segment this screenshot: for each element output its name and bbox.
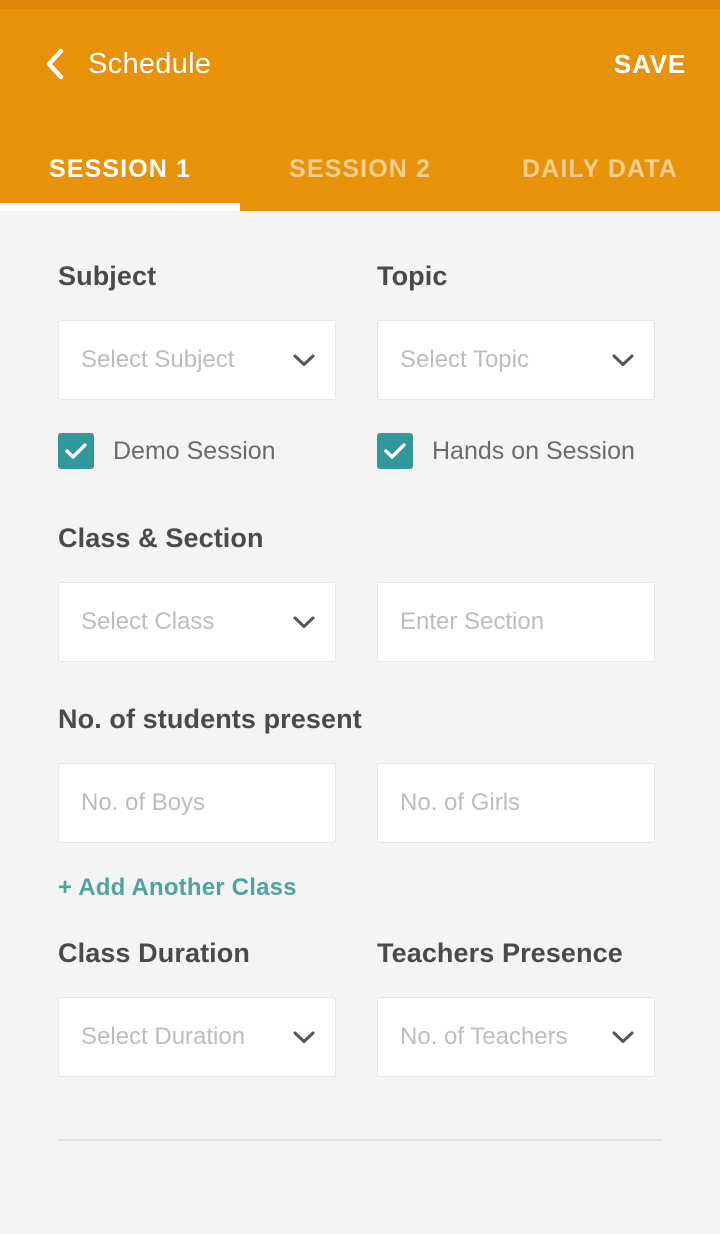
tab-bar: SESSION 1 SESSION 2 DAILY DATA — [0, 119, 720, 211]
status-bar-strip — [0, 0, 720, 9]
chevron-down-icon — [610, 1024, 636, 1050]
save-button[interactable]: SAVE — [610, 41, 690, 88]
hands-on-session-label: Hands on Session — [432, 436, 635, 465]
boys-count-placeholder: No. of Boys — [81, 789, 206, 816]
girls-count-placeholder: No. of Girls — [400, 789, 521, 816]
duration-teachers-input-row: Select Duration No. of Teachers — [58, 997, 662, 1077]
topic-select-placeholder: Select Topic — [400, 346, 529, 373]
subject-topic-label-row: Subject Topic — [58, 261, 662, 292]
session-form: Subject Topic Select Subject Select Topi… — [0, 211, 720, 1234]
class-duration-label: Class Duration — [58, 938, 250, 968]
section-divider — [58, 1139, 662, 1141]
section-input-placeholder: Enter Section — [400, 608, 545, 635]
session-type-checkbox-row: Demo Session Hands on Session — [58, 433, 662, 469]
app-screen: Schedule SAVE SESSION 1 SESSION 2 DAILY … — [0, 0, 720, 1234]
class-section-input-row: Select Class Enter Section — [58, 582, 662, 662]
students-present-label: No. of students present — [58, 704, 362, 734]
teachers-presence-select[interactable]: No. of Teachers — [377, 997, 655, 1077]
subject-select[interactable]: Select Subject — [58, 320, 336, 400]
topic-label: Topic — [377, 261, 448, 291]
chevron-left-icon[interactable] — [40, 48, 70, 80]
tab-active-indicator — [0, 203, 240, 211]
class-select-placeholder: Select Class — [81, 608, 215, 635]
tab-session-1-label: SESSION 1 — [49, 155, 191, 183]
tab-session-2-label: SESSION 2 — [289, 155, 431, 183]
girls-count-input[interactable]: No. of Girls — [377, 763, 655, 843]
class-duration-placeholder: Select Duration — [81, 1023, 246, 1050]
chevron-down-icon — [291, 1024, 317, 1050]
checkmark-icon — [377, 433, 413, 469]
add-another-class-link[interactable]: + Add Another Class — [58, 874, 297, 902]
tab-session-2[interactable]: SESSION 2 — [240, 119, 480, 211]
chevron-down-icon — [291, 609, 317, 635]
topic-select[interactable]: Select Topic — [377, 320, 655, 400]
duration-teachers-label-row: Class Duration Teachers Presence — [58, 938, 662, 969]
hands-on-session-checkbox[interactable]: Hands on Session — [377, 433, 635, 469]
boys-count-input[interactable]: No. of Boys — [58, 763, 336, 843]
checkmark-icon — [58, 433, 94, 469]
chevron-down-icon — [610, 347, 636, 373]
teachers-presence-placeholder: No. of Teachers — [400, 1023, 568, 1050]
chevron-down-icon — [291, 347, 317, 373]
tab-daily-data[interactable]: DAILY DATA — [480, 119, 720, 211]
subject-select-placeholder: Select Subject — [81, 346, 235, 373]
page-title: Schedule — [88, 47, 212, 80]
demo-session-label: Demo Session — [113, 436, 276, 465]
class-duration-select[interactable]: Select Duration — [58, 997, 336, 1077]
section-input[interactable]: Enter Section — [377, 582, 655, 662]
tab-daily-data-label: DAILY DATA — [522, 155, 678, 183]
subject-label: Subject — [58, 261, 157, 291]
tab-session-1[interactable]: SESSION 1 — [0, 119, 240, 211]
app-bar-top-row: Schedule SAVE — [0, 9, 720, 119]
students-present-input-row: No. of Boys No. of Girls — [58, 763, 662, 843]
teachers-presence-label: Teachers Presence — [377, 938, 623, 968]
class-section-label: Class & Section — [58, 523, 264, 553]
app-bar: Schedule SAVE SESSION 1 SESSION 2 DAILY … — [0, 9, 720, 211]
subject-topic-input-row: Select Subject Select Topic — [58, 320, 662, 400]
demo-session-checkbox[interactable]: Demo Session — [58, 433, 336, 469]
class-select[interactable]: Select Class — [58, 582, 336, 662]
